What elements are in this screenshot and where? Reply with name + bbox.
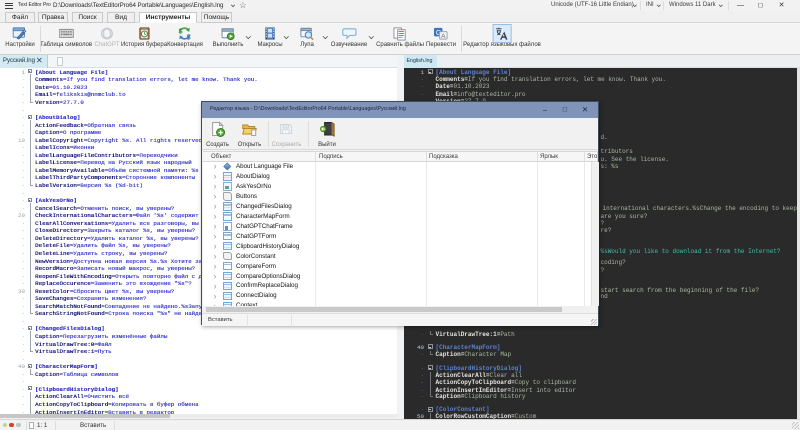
svg-text:A: A [442,33,447,40]
svg-text:$: $ [179,28,183,35]
svg-text:$: $ [187,34,191,41]
